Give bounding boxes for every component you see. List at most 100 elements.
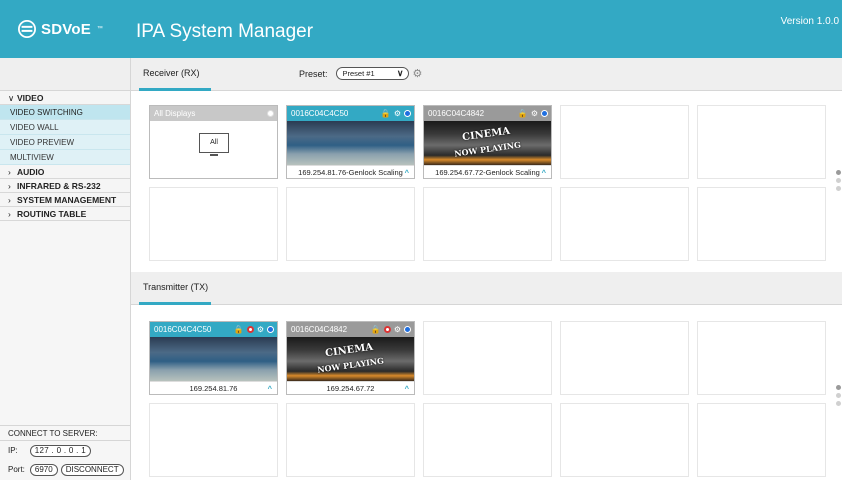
nav-section-label: ROUTING TABLE xyxy=(17,209,87,219)
ip-field[interactable]: 127 . 0 . 0 . 1 xyxy=(29,444,91,457)
tx-tile-empty[interactable] xyxy=(149,403,278,477)
tx-tile-empty[interactable] xyxy=(423,403,552,477)
rx-tile-empty[interactable] xyxy=(423,187,552,261)
tab-transmitter[interactable]: Transmitter (TX) xyxy=(143,282,208,292)
settings-dot-icon[interactable] xyxy=(267,110,274,117)
record-icon[interactable] xyxy=(246,326,254,333)
tile-header: All Displays xyxy=(150,106,277,121)
chevron-right-icon: › xyxy=(8,195,11,205)
chevron-up-icon[interactable]: ^ xyxy=(268,382,272,395)
gear-icon[interactable]: ⚙ xyxy=(394,322,401,337)
record-icon[interactable] xyxy=(383,326,391,333)
nav-section-label: INFRARED & RS-232 xyxy=(17,181,101,191)
nav-item-multiview[interactable]: MULTIVIEW xyxy=(0,150,130,165)
tile-footer-text: 169.254.67.72 xyxy=(326,384,375,393)
ip-row: IP: 127 . 0 . 0 . 1 xyxy=(0,441,130,460)
tile-title: All Displays xyxy=(154,109,196,118)
brand-trademark: ™ xyxy=(96,26,103,32)
gear-icon[interactable]: ⚙ xyxy=(413,67,423,80)
tx-tile-device-1[interactable]: 0016C04C4C50 🔒 ⚙ 169.254.81.76 ^ xyxy=(149,321,278,395)
gear-icon[interactable]: ⚙ xyxy=(394,106,401,121)
transmitter-tabbar: Transmitter (TX) xyxy=(131,272,842,305)
display-icon: All xyxy=(199,133,229,153)
sdvoe-logo: SDVoE ™ xyxy=(18,20,103,38)
port-field[interactable]: 6970 xyxy=(29,463,58,476)
tx-page-indicator[interactable] xyxy=(836,385,841,406)
status-dot-icon[interactable] xyxy=(404,326,411,333)
preset-select[interactable]: Preset #1 ∨ xyxy=(335,67,409,80)
lock-icon[interactable]: 🔒 xyxy=(518,106,528,121)
ip-label: IP: xyxy=(8,446,18,455)
chevron-up-icon[interactable]: ^ xyxy=(542,166,546,179)
tx-tile-empty[interactable] xyxy=(560,321,689,395)
status-dot-icon[interactable] xyxy=(404,110,411,117)
page-dot[interactable] xyxy=(836,186,841,191)
lock-icon[interactable]: 🔒 xyxy=(371,322,381,337)
nav-section-audio[interactable]: › AUDIO xyxy=(0,165,130,179)
tile-header: 0016C04C4C50 🔒 ⚙ xyxy=(287,106,414,121)
nav-item-video-preview[interactable]: VIDEO PREVIEW xyxy=(0,135,130,150)
app-title: IPA System Manager xyxy=(136,21,314,42)
nav-section-video[interactable]: ∨ VIDEO xyxy=(0,91,130,105)
tx-tile-device-2[interactable]: 0016C04C4842 🔒 ⚙ CINEMA NOW PLAYING 169.… xyxy=(286,321,415,395)
rx-tile-empty[interactable] xyxy=(697,105,826,179)
tx-tile-empty[interactable] xyxy=(697,403,826,477)
tile-footer-text: 169.254.81.76 xyxy=(189,384,238,393)
page-dot[interactable] xyxy=(836,401,841,406)
preset-label: Preset: xyxy=(299,68,328,79)
page-dot[interactable] xyxy=(836,178,841,183)
status-dot-icon[interactable] xyxy=(267,326,274,333)
chevron-right-icon: › xyxy=(8,209,11,219)
brand-name: SDVoE xyxy=(41,20,91,38)
tile-header: 0016C04C4842 🔒 ⚙ xyxy=(424,106,551,121)
disconnect-button[interactable]: DISCONNECT xyxy=(60,463,124,476)
rx-tile-empty[interactable] xyxy=(560,187,689,261)
connect-title: CONNECT TO SERVER: xyxy=(0,425,130,441)
connect-panel: CONNECT TO SERVER: IP: 127 . 0 . 0 . 1 P… xyxy=(0,425,130,479)
port-label: Port: xyxy=(8,465,25,474)
tx-tile-empty[interactable] xyxy=(286,403,415,477)
rx-tile-empty[interactable] xyxy=(149,187,278,261)
port-row: Port: 6970 DISCONNECT xyxy=(0,460,130,479)
rx-tile-empty[interactable] xyxy=(697,187,826,261)
nav-item-video-switching[interactable]: VIDEO SWITCHING xyxy=(0,105,130,120)
lock-icon[interactable]: 🔒 xyxy=(381,106,391,121)
tile-footer: 169.254.81.76 ^ xyxy=(150,381,277,394)
sdvoe-logo-icon xyxy=(18,20,36,38)
video-preview-image: CINEMA NOW PLAYING xyxy=(287,337,414,381)
tile-header: 0016C04C4C50 🔒 ⚙ xyxy=(150,322,277,337)
tile-footer: 169.254.67.72 ^ xyxy=(287,381,414,394)
preset-control: Preset: Preset #1 ∨ ⚙ xyxy=(299,67,422,80)
preset-value: Preset #1 xyxy=(342,69,375,78)
nav-section-system-management[interactable]: › SYSTEM MANAGEMENT xyxy=(0,193,130,207)
chevron-up-icon[interactable]: ^ xyxy=(405,166,409,179)
gear-icon[interactable]: ⚙ xyxy=(531,106,538,121)
tab-active-indicator xyxy=(139,88,211,91)
rx-tile-empty[interactable] xyxy=(560,105,689,179)
lock-icon[interactable]: 🔒 xyxy=(234,322,244,337)
rx-page-indicator[interactable] xyxy=(836,170,841,191)
nav-section-label: AUDIO xyxy=(17,167,45,177)
nav-section-infrared[interactable]: › INFRARED & RS-232 xyxy=(0,179,130,193)
tile-footer: 169.254.67.72-Genlock Scaling ^ xyxy=(424,165,551,178)
video-preview-image: CINEMA NOW PLAYING xyxy=(424,121,551,165)
tx-tile-empty[interactable] xyxy=(560,403,689,477)
tile-title: 0016C04C4842 xyxy=(291,325,348,334)
gear-icon[interactable]: ⚙ xyxy=(257,322,264,337)
sidebar: ∨ VIDEO VIDEO SWITCHING VIDEO WALL VIDEO … xyxy=(0,58,131,480)
chevron-up-icon[interactable]: ^ xyxy=(405,382,409,395)
page-dot[interactable] xyxy=(836,385,841,390)
rx-tile-device-2[interactable]: 0016C04C4842 🔒 ⚙ CINEMA NOW PLAYING 169.… xyxy=(423,105,552,179)
rx-tile-device-1[interactable]: 0016C04C4C50 🔒 ⚙ 169.254.81.76-Genlock S… xyxy=(286,105,415,179)
rx-tile-all-displays[interactable]: All Displays All xyxy=(149,105,278,179)
rx-tile-empty[interactable] xyxy=(286,187,415,261)
chevron-down-icon: ∨ xyxy=(8,93,15,103)
nav-section-routing-table[interactable]: › ROUTING TABLE xyxy=(0,207,130,221)
tx-tile-empty[interactable] xyxy=(423,321,552,395)
tab-receiver[interactable]: Receiver (RX) xyxy=(143,68,200,78)
tx-tile-empty[interactable] xyxy=(697,321,826,395)
nav-item-video-wall[interactable]: VIDEO WALL xyxy=(0,120,130,135)
page-dot[interactable] xyxy=(836,393,841,398)
status-dot-icon[interactable] xyxy=(541,110,548,117)
page-dot[interactable] xyxy=(836,170,841,175)
